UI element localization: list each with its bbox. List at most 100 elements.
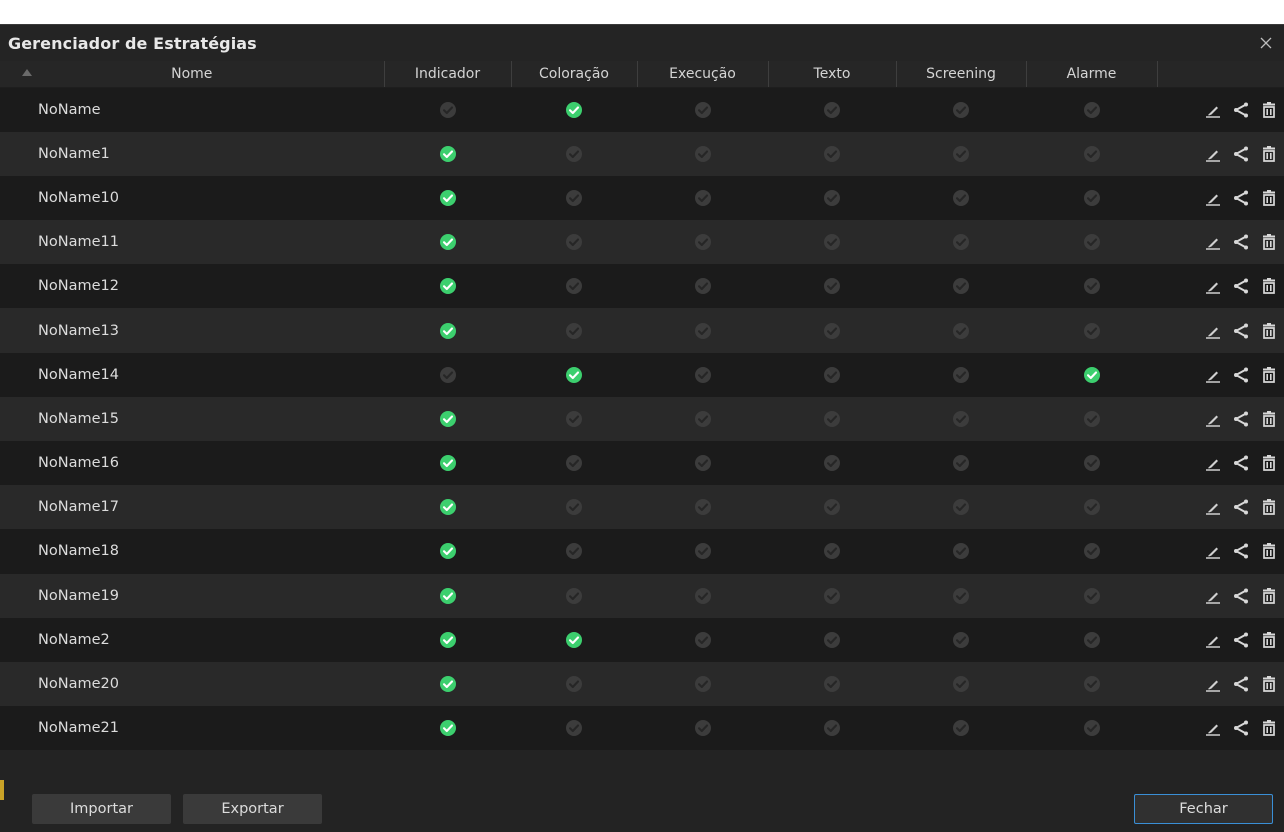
check-circle-inactive-icon[interactable] xyxy=(565,322,583,340)
cell-alarme[interactable] xyxy=(1026,353,1157,397)
check-circle-inactive-icon[interactable] xyxy=(565,587,583,605)
check-circle-inactive-icon[interactable] xyxy=(565,719,583,737)
table-row[interactable]: NoName2 xyxy=(0,617,1284,662)
check-circle-active-icon[interactable] xyxy=(439,631,457,649)
check-circle-inactive-icon[interactable] xyxy=(823,410,841,428)
share-icon[interactable] xyxy=(1232,189,1250,207)
trash-icon[interactable] xyxy=(1260,101,1278,119)
trash-icon[interactable] xyxy=(1260,454,1278,472)
cell-coloracao[interactable] xyxy=(511,132,637,176)
cell-screening[interactable] xyxy=(896,176,1026,220)
share-icon[interactable] xyxy=(1232,631,1250,649)
table-row[interactable]: NoName21 xyxy=(0,706,1284,751)
strategies-table-container[interactable]: Nome Indicador Coloração Execução Texto … xyxy=(0,61,1284,777)
check-circle-inactive-icon[interactable] xyxy=(694,587,712,605)
check-circle-inactive-icon[interactable] xyxy=(952,587,970,605)
cell-alarme[interactable] xyxy=(1026,308,1157,352)
trash-icon[interactable] xyxy=(1260,587,1278,605)
check-circle-inactive-icon[interactable] xyxy=(823,675,841,693)
cell-indicador[interactable] xyxy=(384,220,511,264)
cell-texto[interactable] xyxy=(768,308,896,352)
cell-alarme[interactable] xyxy=(1026,706,1157,750)
cell-alarme[interactable] xyxy=(1026,618,1157,662)
cell-alarme[interactable] xyxy=(1026,88,1157,132)
cell-texto[interactable] xyxy=(768,662,896,706)
pencil-icon[interactable] xyxy=(1204,101,1222,119)
pencil-icon[interactable] xyxy=(1204,322,1222,340)
table-row[interactable]: NoName xyxy=(0,87,1284,132)
check-circle-inactive-icon[interactable] xyxy=(952,189,970,207)
trash-icon[interactable] xyxy=(1260,719,1278,737)
check-circle-inactive-icon[interactable] xyxy=(952,498,970,516)
row-name-cell[interactable]: NoName14 xyxy=(0,353,384,397)
cell-indicador[interactable] xyxy=(384,397,511,441)
pencil-icon[interactable] xyxy=(1204,366,1222,384)
cell-coloracao[interactable] xyxy=(511,574,637,618)
pencil-icon[interactable] xyxy=(1204,498,1222,516)
table-row[interactable]: NoName18 xyxy=(0,529,1284,574)
check-circle-inactive-icon[interactable] xyxy=(694,233,712,251)
pencil-icon[interactable] xyxy=(1204,454,1222,472)
check-circle-active-icon[interactable] xyxy=(565,101,583,119)
check-circle-active-icon[interactable] xyxy=(565,631,583,649)
check-circle-inactive-icon[interactable] xyxy=(1083,322,1101,340)
cell-execucao[interactable] xyxy=(637,264,768,308)
cell-execucao[interactable] xyxy=(637,706,768,750)
table-row[interactable]: NoName14 xyxy=(0,352,1284,397)
row-name-cell[interactable]: NoName1 xyxy=(0,132,384,176)
check-circle-inactive-icon[interactable] xyxy=(1083,675,1101,693)
cell-screening[interactable] xyxy=(896,132,1026,176)
row-name-cell[interactable]: NoName15 xyxy=(0,397,384,441)
check-circle-inactive-icon[interactable] xyxy=(694,498,712,516)
cell-execucao[interactable] xyxy=(637,574,768,618)
share-icon[interactable] xyxy=(1232,322,1250,340)
check-circle-inactive-icon[interactable] xyxy=(823,189,841,207)
check-circle-active-icon[interactable] xyxy=(1083,366,1101,384)
cell-coloracao[interactable] xyxy=(511,88,637,132)
row-name-cell[interactable]: NoName16 xyxy=(0,441,384,485)
cell-screening[interactable] xyxy=(896,662,1026,706)
pencil-icon[interactable] xyxy=(1204,587,1222,605)
cell-indicador[interactable] xyxy=(384,618,511,662)
check-circle-active-icon[interactable] xyxy=(565,366,583,384)
pencil-icon[interactable] xyxy=(1204,233,1222,251)
cell-execucao[interactable] xyxy=(637,132,768,176)
check-circle-inactive-icon[interactable] xyxy=(1083,719,1101,737)
cell-alarme[interactable] xyxy=(1026,132,1157,176)
check-circle-inactive-icon[interactable] xyxy=(952,410,970,428)
check-circle-inactive-icon[interactable] xyxy=(952,145,970,163)
check-circle-active-icon[interactable] xyxy=(439,454,457,472)
row-name-cell[interactable]: NoName10 xyxy=(0,176,384,220)
check-circle-inactive-icon[interactable] xyxy=(823,454,841,472)
table-row[interactable]: NoName16 xyxy=(0,441,1284,486)
trash-icon[interactable] xyxy=(1260,322,1278,340)
cell-texto[interactable] xyxy=(768,176,896,220)
check-circle-inactive-icon[interactable] xyxy=(823,542,841,560)
check-circle-inactive-icon[interactable] xyxy=(823,277,841,295)
cell-execucao[interactable] xyxy=(637,88,768,132)
check-circle-inactive-icon[interactable] xyxy=(1083,101,1101,119)
table-row[interactable]: NoName1 xyxy=(0,131,1284,176)
cell-alarme[interactable] xyxy=(1026,441,1157,485)
check-circle-inactive-icon[interactable] xyxy=(565,454,583,472)
cell-texto[interactable] xyxy=(768,132,896,176)
pencil-icon[interactable] xyxy=(1204,145,1222,163)
table-row[interactable]: NoName12 xyxy=(0,264,1284,309)
cell-alarme[interactable] xyxy=(1026,264,1157,308)
pencil-icon[interactable] xyxy=(1204,410,1222,428)
check-circle-inactive-icon[interactable] xyxy=(823,101,841,119)
check-circle-inactive-icon[interactable] xyxy=(565,189,583,207)
cell-screening[interactable] xyxy=(896,308,1026,352)
cell-screening[interactable] xyxy=(896,264,1026,308)
trash-icon[interactable] xyxy=(1260,366,1278,384)
share-icon[interactable] xyxy=(1232,410,1250,428)
column-header-nome[interactable]: Nome xyxy=(0,61,385,88)
cell-indicador[interactable] xyxy=(384,176,511,220)
cell-alarme[interactable] xyxy=(1026,485,1157,529)
pencil-icon[interactable] xyxy=(1204,631,1222,649)
row-name-cell[interactable]: NoName11 xyxy=(0,220,384,264)
check-circle-inactive-icon[interactable] xyxy=(952,454,970,472)
close-icon[interactable] xyxy=(1248,25,1284,61)
check-circle-inactive-icon[interactable] xyxy=(823,631,841,649)
pencil-icon[interactable] xyxy=(1204,189,1222,207)
